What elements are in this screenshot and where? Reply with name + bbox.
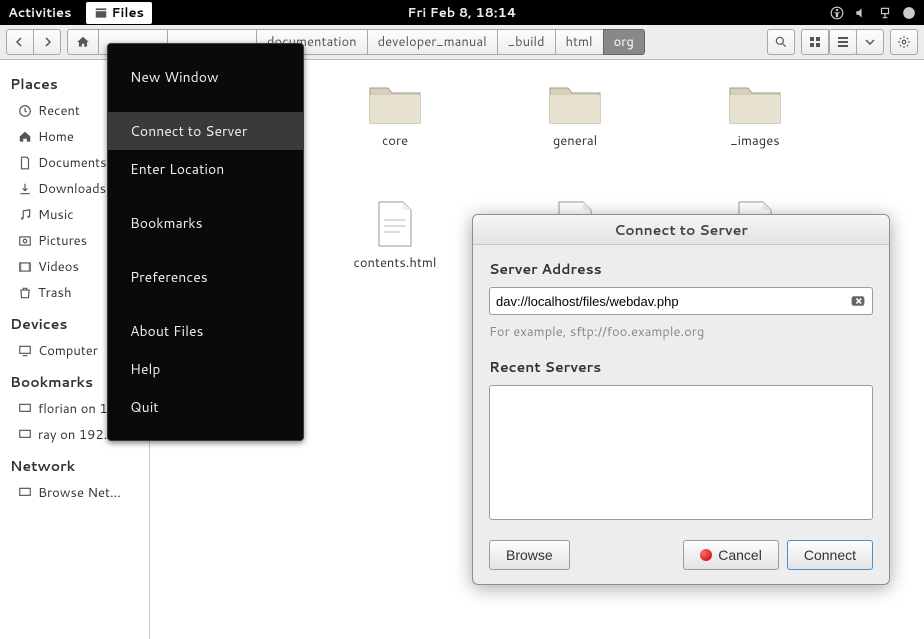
accessibility-icon[interactable] xyxy=(830,6,844,20)
file-label: core xyxy=(382,132,408,150)
grid-icon xyxy=(809,36,821,48)
folder-general[interactable]: general xyxy=(530,80,620,150)
folder-icon xyxy=(548,80,602,126)
folder-core[interactable]: core xyxy=(350,80,440,150)
file-contents[interactable]: contents.html xyxy=(350,200,440,272)
files-app-label: Files xyxy=(112,4,144,22)
folder-images[interactable]: _images xyxy=(710,80,800,150)
server-address-label: Server Address xyxy=(489,259,873,279)
connect-to-server-dialog: Connect to Server Server Address For exa… xyxy=(472,214,890,585)
top-panel: Activities Files Fri Feb 8, 18:14 xyxy=(0,0,924,25)
html-file-icon xyxy=(376,200,414,248)
breadcrumb-seg-html[interactable]: html xyxy=(555,29,604,55)
sidebar-network-heading: Network xyxy=(0,448,149,480)
chevron-down-icon xyxy=(865,37,875,47)
icon-view-button[interactable] xyxy=(801,29,829,55)
volume-icon[interactable] xyxy=(854,6,868,20)
home-icon xyxy=(76,35,90,49)
folder-icon xyxy=(728,80,782,126)
file-label: _images xyxy=(730,132,779,150)
sidebar-label: Computer xyxy=(38,342,98,360)
breadcrumb-seg-org[interactable]: org xyxy=(603,29,645,55)
activities-button[interactable]: Activities xyxy=(8,4,72,22)
list-icon xyxy=(837,36,849,48)
file-label: general xyxy=(553,132,597,150)
menu-new-window[interactable]: New Window xyxy=(108,58,303,96)
sidebar-label: Pictures xyxy=(38,232,87,250)
recent-servers-list[interactable] xyxy=(489,385,873,520)
files-icon xyxy=(94,6,108,20)
menu-bookmarks[interactable]: Bookmarks xyxy=(108,204,303,242)
sidebar-label: Videos xyxy=(38,258,79,276)
files-app-menu-button[interactable]: Files xyxy=(86,2,152,24)
forward-button[interactable] xyxy=(33,29,61,55)
sidebar-label: Documents xyxy=(38,154,107,172)
menu-connect-to-server[interactable]: Connect to Server xyxy=(108,112,303,150)
file-label: contents.html xyxy=(354,254,437,272)
sidebar-label: Trash xyxy=(38,284,72,302)
dialog-title: Connect to Server xyxy=(473,215,889,245)
server-address-row xyxy=(489,287,873,315)
sidebar-item-browse-network[interactable]: Browse Net… xyxy=(0,480,149,506)
cancel-label: Cancel xyxy=(718,547,762,563)
sidebar-label: Recent xyxy=(38,102,80,120)
menu-quit[interactable]: Quit xyxy=(108,388,303,426)
recent-servers-label: Recent Servers xyxy=(489,357,873,377)
breadcrumb-seg-build[interactable]: _build xyxy=(497,29,556,55)
back-button[interactable] xyxy=(6,29,34,55)
gear-menu-button[interactable] xyxy=(890,29,918,55)
sidebar-label: Home xyxy=(38,128,74,146)
menu-help[interactable]: Help xyxy=(108,350,303,388)
sidebar-label: Browse Net… xyxy=(38,484,121,502)
app-menu: New Window Connect to Server Enter Locat… xyxy=(107,43,304,441)
view-options-button[interactable] xyxy=(856,29,884,55)
chevron-right-icon xyxy=(42,37,52,47)
clear-input-icon[interactable] xyxy=(850,293,866,309)
server-address-hint: For example, sftp://foo.example.org xyxy=(489,323,873,341)
gear-icon xyxy=(897,35,911,49)
cancel-button[interactable]: Cancel xyxy=(683,540,779,570)
chevron-left-icon xyxy=(15,37,25,47)
user-icon[interactable] xyxy=(902,6,916,20)
search-button[interactable] xyxy=(767,29,795,55)
list-view-button[interactable] xyxy=(829,29,857,55)
connect-button[interactable]: Connect xyxy=(787,540,873,570)
menu-about-files[interactable]: About Files xyxy=(108,312,303,350)
breadcrumb-home[interactable] xyxy=(67,29,99,55)
sidebar-label: Downloads xyxy=(38,180,106,198)
server-address-input[interactable] xyxy=(496,294,850,309)
clock[interactable]: Fri Feb 8, 18:14 xyxy=(407,4,516,22)
menu-enter-location[interactable]: Enter Location xyxy=(108,150,303,188)
folder-icon xyxy=(368,80,422,126)
nav-group xyxy=(6,29,61,55)
browse-button[interactable]: Browse xyxy=(489,540,570,570)
network-icon[interactable] xyxy=(878,6,892,20)
search-icon xyxy=(774,35,788,49)
stop-icon xyxy=(700,549,712,561)
sidebar-label: Music xyxy=(38,206,74,224)
breadcrumb-seg-developer-manual[interactable]: developer_manual xyxy=(367,29,498,55)
menu-preferences[interactable]: Preferences xyxy=(108,258,303,296)
